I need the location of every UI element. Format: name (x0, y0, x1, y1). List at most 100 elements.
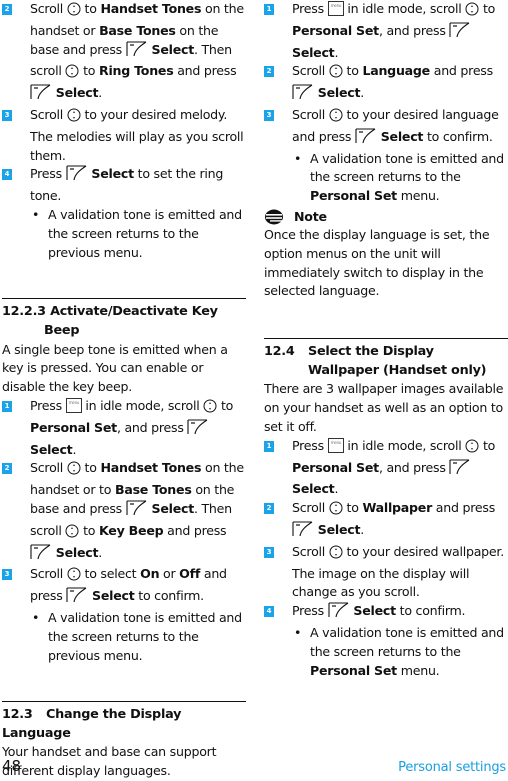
ui-term: Select (151, 41, 195, 57)
bullet-dot: • (32, 609, 40, 625)
step-text: Press menu in idle mode, scroll to Perso… (30, 397, 234, 457)
scroll-key-icon (329, 545, 343, 565)
bullet-text: A validation tone is emitted and the scr… (310, 624, 504, 678)
bullet-item: • A validation tone is emitted and the s… (264, 624, 508, 680)
scroll-key-icon (67, 108, 81, 128)
ui-term: Select (292, 481, 335, 497)
step-number-badge: 3 (2, 109, 12, 121)
ui-term: Select (151, 500, 195, 516)
select-softkey-icon (66, 587, 88, 609)
step-item: 4 Press Select to set the ring tone. (2, 165, 246, 206)
menu-key-icon: menu (65, 397, 82, 419)
bullet-text: A validation tone is emitted and the scr… (48, 206, 242, 260)
step-text: Scroll to your desired wallpaper. The im… (292, 543, 504, 600)
select-softkey-icon (30, 543, 52, 566)
select-softkey-icon (449, 22, 471, 44)
scroll-key-icon (465, 2, 479, 22)
step-item: 1 Press menu in idle mode, scroll to Pers… (2, 397, 246, 459)
footer-section-title: Personal settings (398, 760, 506, 775)
bullet-item: • A validation tone is emitted and the s… (264, 150, 508, 206)
ui-term: Base Tones (99, 22, 176, 38)
bullet-dot: • (294, 150, 302, 166)
step-number-badge: 4 (2, 169, 12, 181)
ui-term: Handset Tones (100, 1, 202, 16)
step-item: 1 Press menu in idle mode, scroll to Pers… (264, 0, 508, 62)
step-text: Scroll to Language and press Select. (292, 63, 493, 100)
select-softkey-icon (187, 419, 209, 441)
ui-term: Select (55, 544, 99, 560)
step-number-badge: 2 (264, 503, 274, 515)
page-number: 48 (2, 757, 22, 775)
bullet-item: • A validation tone is emitted and the s… (2, 206, 246, 262)
section-heading-wallpaper: 12.4 Select the Display Wallpaper (Hands… (264, 343, 508, 380)
note-heading: Note (264, 208, 508, 226)
step-text: Press Select to set the ring tone. (30, 165, 224, 204)
ui-term: On (140, 566, 160, 582)
scroll-key-icon (67, 2, 81, 22)
select-softkey-icon (355, 128, 377, 150)
step-item: 3 Scroll to select On or Off and press Se… (2, 565, 246, 609)
svg-text:menu: menu (330, 440, 341, 445)
step-text: Scroll to select On or Off and press Sel… (30, 566, 227, 603)
section-heading-language: 12.3 Change the Display Language (2, 706, 246, 743)
section-intro: There are 3 wallpaper images available o… (264, 381, 504, 434)
select-softkey-icon (328, 602, 350, 624)
step-text: Press Select to confirm. (292, 602, 466, 618)
ui-term: Select (292, 44, 335, 60)
section-number: 12.3 (2, 707, 33, 723)
ui-term: Select (317, 85, 361, 101)
bullet-dot: • (32, 206, 40, 222)
svg-text:menu: menu (68, 400, 79, 405)
bullet-text: A validation tone is emitted and the scr… (48, 609, 242, 663)
step-item: 1 Press menu in idle mode, scroll to Pers… (264, 437, 508, 499)
select-softkey-icon (126, 41, 148, 63)
select-softkey-icon (449, 458, 471, 481)
section-intro: Your handset and base can support differ… (2, 744, 217, 779)
step-number-badge: 3 (264, 546, 274, 558)
step-text: Scroll to Handset Tones on the handset o… (30, 1, 244, 100)
step-text: Press menu in idle mode, scroll to Perso… (292, 1, 496, 60)
scroll-key-icon (203, 399, 217, 419)
ui-term: Key Beep (99, 522, 164, 538)
ui-term: Select (317, 521, 361, 537)
select-softkey-icon (66, 165, 88, 187)
language-steps: 1 Press menu in idle mode, scroll to Pers… (264, 0, 508, 150)
menu-key-icon: menu (327, 1, 344, 22)
note-label: Note (294, 208, 327, 224)
section-title: Activate/Deactivate Key Beep (44, 304, 218, 338)
section-heading-key-beep: 12.2.3 Activate/Deactivate Key Beep (2, 303, 246, 340)
ui-term: Select (55, 85, 99, 101)
step-item: 2 Scroll to Language and press Select. (264, 62, 508, 106)
key-beep-steps: 1 Press menu in idle mode, scroll to Pers… (2, 397, 246, 609)
scroll-key-icon (329, 108, 343, 128)
ui-term: Ring Tones (99, 63, 174, 79)
select-softkey-icon (292, 84, 314, 106)
ui-term: Personal Set (292, 459, 379, 475)
bullet-item: • A validation tone is emitted and the s… (2, 609, 246, 665)
step-item: 3 Scroll to your desired melody. The melo… (2, 106, 246, 165)
scroll-key-icon (67, 461, 81, 481)
step-text: Scroll to Handset Tones on the handset o… (30, 460, 244, 559)
ui-term: Wallpaper (362, 500, 433, 516)
select-softkey-icon (126, 500, 148, 522)
step-item: 3 Scroll to your desired wallpaper. The i… (264, 543, 508, 602)
step-item: 2 Scroll to Handset Tones on the handset … (2, 459, 246, 565)
ui-term: Personal Set (292, 22, 379, 38)
ui-term: Personal Set (30, 419, 117, 435)
step-number-badge: 1 (264, 4, 274, 15)
ui-term: Personal Set (310, 662, 397, 678)
note-text: Once the display language is set, the op… (264, 226, 490, 299)
step-number-badge: 2 (2, 4, 12, 15)
step-text: Scroll to Wallpaper and press Select. (292, 500, 495, 537)
step-text: Scroll to your desired melody. The melod… (30, 106, 244, 163)
ui-term: Select (92, 588, 135, 604)
scroll-key-icon (329, 64, 343, 84)
section-intro: A single beep tone is emitted when a key… (2, 341, 228, 395)
left-column: 2 Scroll to Handset Tones on the handset … (2, 0, 246, 781)
step-item: 3 Scroll to your desired language and pre… (264, 106, 508, 150)
bullet-dot: • (294, 624, 302, 640)
ui-term: Select (30, 441, 73, 457)
scroll-key-icon (465, 439, 479, 459)
note-icon (264, 209, 284, 230)
scroll-key-icon (65, 64, 79, 84)
